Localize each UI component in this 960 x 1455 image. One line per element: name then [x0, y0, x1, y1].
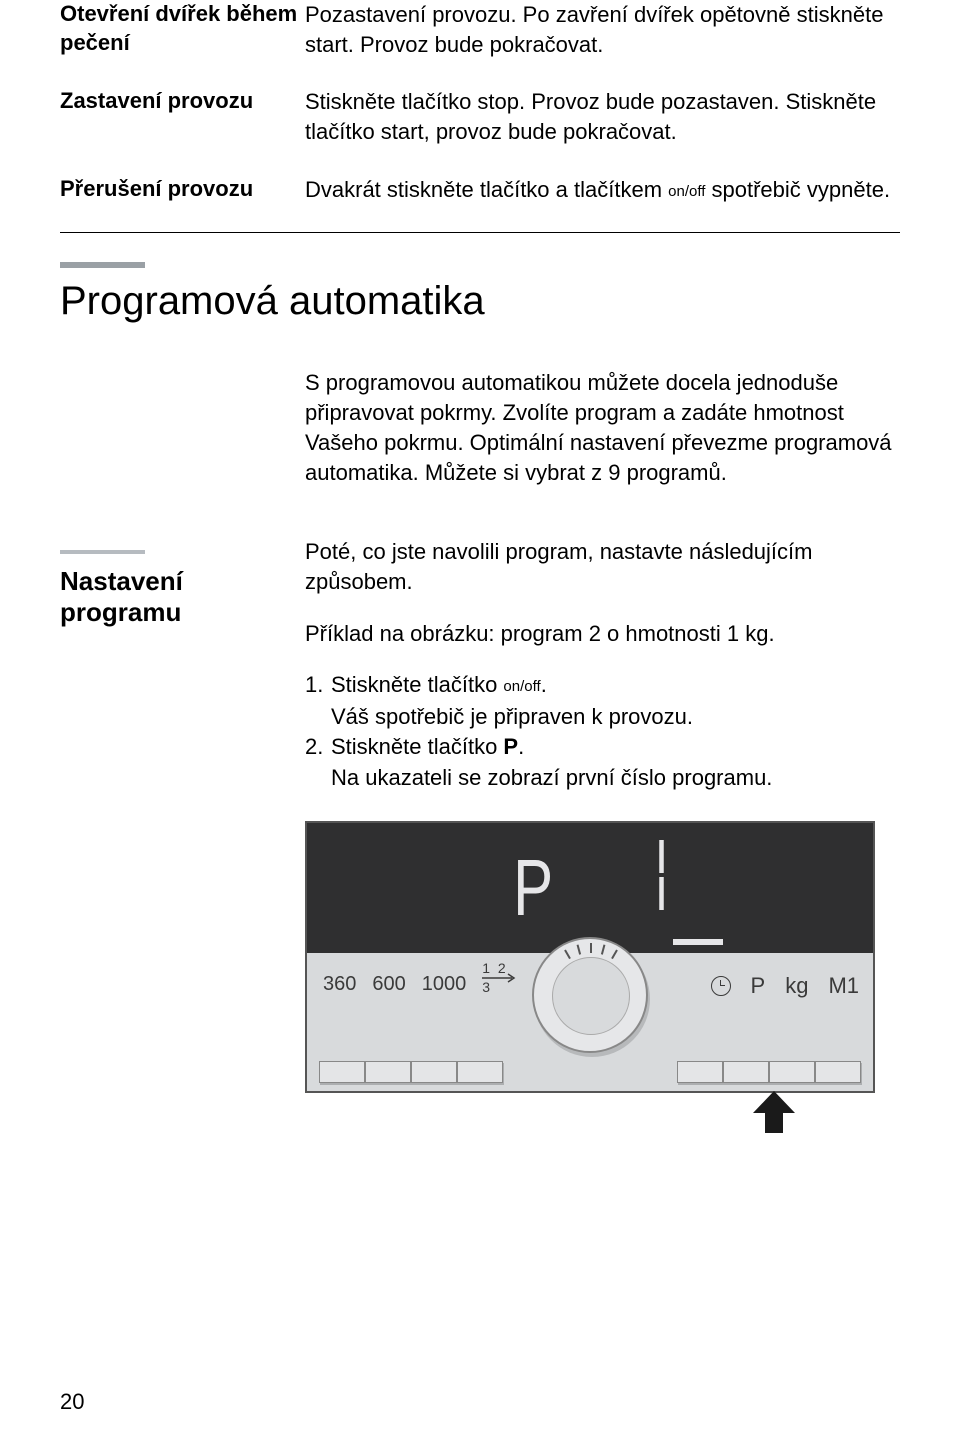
onoff-label: on/off [668, 183, 705, 200]
text-interrupt-pre: Dvakrát stiskněte tlačítko a tlačítkem [305, 177, 668, 202]
step-1: 1. Stiskněte tlačítko on/off. [305, 670, 900, 700]
text-stop: Stiskněte tlačítko stop. Provoz bude poz… [305, 87, 900, 146]
panel-button [723, 1061, 769, 1083]
intro-text: S programovou automatikou můžete docela … [305, 368, 900, 487]
step-list: 1. Stiskněte tlačítko on/off. Váš spotře… [305, 670, 900, 793]
panel-button [769, 1061, 815, 1083]
step1-post: . [541, 672, 547, 697]
text-interrupt-post: spotřebič vypněte. [705, 177, 890, 202]
step2-sub: Na ukazateli se zobrazí první číslo prog… [305, 763, 900, 793]
panel-button [365, 1061, 411, 1083]
label-123: 1 2 3 [482, 959, 518, 997]
label-360: 360 [323, 971, 356, 998]
subheading-accent [60, 550, 145, 554]
label-1000: 1000 [422, 971, 467, 998]
controls-area: 360 600 1000 1 2 3 [307, 953, 873, 1091]
row-intro: S programovou automatikou můžete docela … [60, 368, 900, 509]
seven-segment-1-icon [639, 835, 669, 915]
power-labels: 360 600 1000 1 2 3 [307, 971, 518, 998]
left-button-group [319, 1061, 503, 1083]
right-labels: P kg M1 [711, 971, 860, 1001]
step-2: 2. Stiskněte tlačítko P. [305, 732, 900, 762]
section-title: Programová automatika [60, 279, 900, 324]
step2-post: . [518, 734, 524, 759]
step1-pre: Stiskněte tlačítko [331, 672, 503, 697]
row-interrupt: Přerušení provozu Dvakrát stiskněte tlač… [60, 175, 900, 205]
row-stop: Zastavení provozu Stiskněte tlačítko sto… [60, 87, 900, 146]
label-600: 600 [372, 971, 405, 998]
display-char-1 [639, 834, 669, 942]
label-m1: M1 [828, 971, 859, 1001]
label-stop: Zastavení provozu [60, 87, 305, 146]
row-door-open: Otevření dvířek během pečení Pozastavení… [60, 0, 900, 59]
arrow-up-indicator [751, 1089, 797, 1135]
section-divider [60, 232, 900, 233]
label-p: P [751, 971, 766, 1001]
button-row [307, 1061, 873, 1083]
para-after: Poté, co jste navolili program, nastavte… [305, 537, 900, 596]
step1-sub: Váš spotřebič je připraven k provozu. [305, 702, 900, 732]
rotary-dial [532, 937, 648, 1053]
row-subheading: Nastavení programu Poté, co jste navolil… [60, 537, 900, 1093]
control-panel: P 360 600 1000 [305, 821, 875, 1093]
step1-onoff: on/off [503, 678, 540, 695]
label-kg: kg [785, 971, 808, 1001]
display-area: P [307, 823, 873, 953]
step2-bold: P [503, 734, 518, 759]
subheading: Nastavení programu [60, 566, 305, 628]
sequence-icon: 1 2 3 [482, 975, 518, 995]
clock-icon [711, 976, 731, 996]
panel-button [319, 1061, 365, 1083]
section-accent [60, 262, 145, 268]
text-door-open: Pozastavení provozu. Po zavření dvířek o… [305, 0, 900, 59]
display-cursor [673, 939, 723, 945]
panel-button [815, 1061, 861, 1083]
step2-pre: Stiskněte tlačítko [331, 734, 503, 759]
display-char-p: P [513, 834, 556, 942]
control-panel-illustration: P 360 600 1000 [305, 821, 900, 1093]
page-number: 20 [60, 1389, 84, 1415]
para-example: Příklad na obrázku: program 2 o hmotnost… [305, 619, 900, 649]
panel-button [677, 1061, 723, 1083]
panel-button [457, 1061, 503, 1083]
panel-button [411, 1061, 457, 1083]
text-interrupt: Dvakrát stiskněte tlačítko a tlačítkem o… [305, 175, 900, 205]
label-door-open: Otevření dvířek během pečení [60, 0, 305, 59]
label-interrupt: Přerušení provozu [60, 175, 305, 205]
arrow-up-icon [751, 1089, 797, 1135]
right-button-group [677, 1061, 861, 1083]
